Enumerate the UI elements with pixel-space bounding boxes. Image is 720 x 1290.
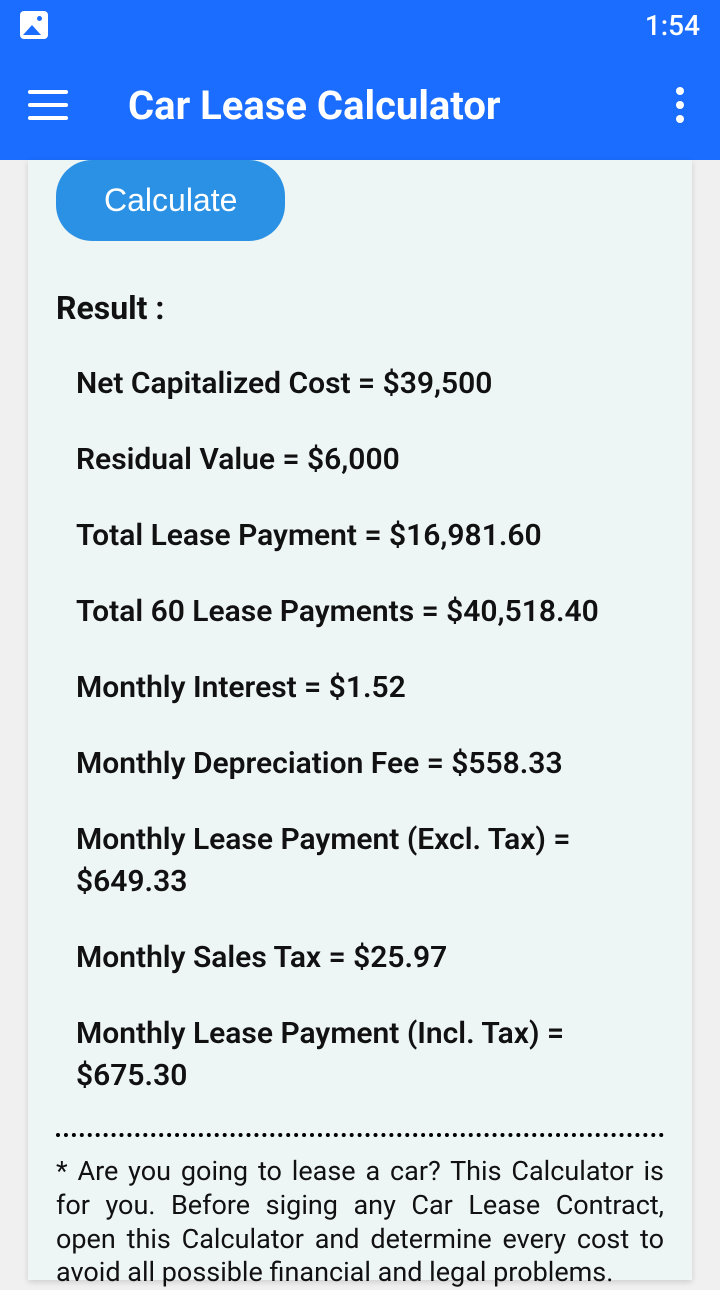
app-title: Car Lease Calculator bbox=[128, 82, 668, 129]
result-line: Monthly Sales Tax = $25.97 bbox=[76, 937, 664, 979]
result-line: Monthly Interest = $1.52 bbox=[76, 667, 664, 709]
result-line: Net Capitalized Cost = $39,500 bbox=[76, 363, 664, 405]
result-line: Residual Value = $6,000 bbox=[76, 439, 664, 481]
result-header: Result : bbox=[56, 289, 664, 327]
result-line: Monthly Lease Payment (Excl. Tax) = $649… bbox=[76, 819, 664, 903]
result-line: Monthly Depreciation Fee = $558.33 bbox=[76, 743, 664, 785]
footnote-text: * Are you going to lease a car? This Cal… bbox=[56, 1155, 664, 1290]
result-line: Total Lease Payment = $16,981.60 bbox=[76, 515, 664, 557]
divider bbox=[56, 1133, 664, 1137]
result-line: Monthly Lease Payment (Incl. Tax) = $675… bbox=[76, 1013, 664, 1097]
calculate-button[interactable]: Calculate bbox=[56, 160, 285, 241]
status-bar: 1:54 bbox=[0, 0, 720, 50]
hamburger-menu-icon[interactable] bbox=[28, 90, 68, 120]
result-line: Total 60 Lease Payments = $40,518.40 bbox=[76, 591, 664, 633]
app-bar: Car Lease Calculator bbox=[0, 50, 720, 160]
content-card: Calculate Result : Net Capitalized Cost … bbox=[28, 160, 692, 1280]
more-vert-icon[interactable] bbox=[668, 79, 692, 131]
status-time: 1:54 bbox=[645, 9, 700, 42]
photo-icon bbox=[20, 11, 48, 39]
